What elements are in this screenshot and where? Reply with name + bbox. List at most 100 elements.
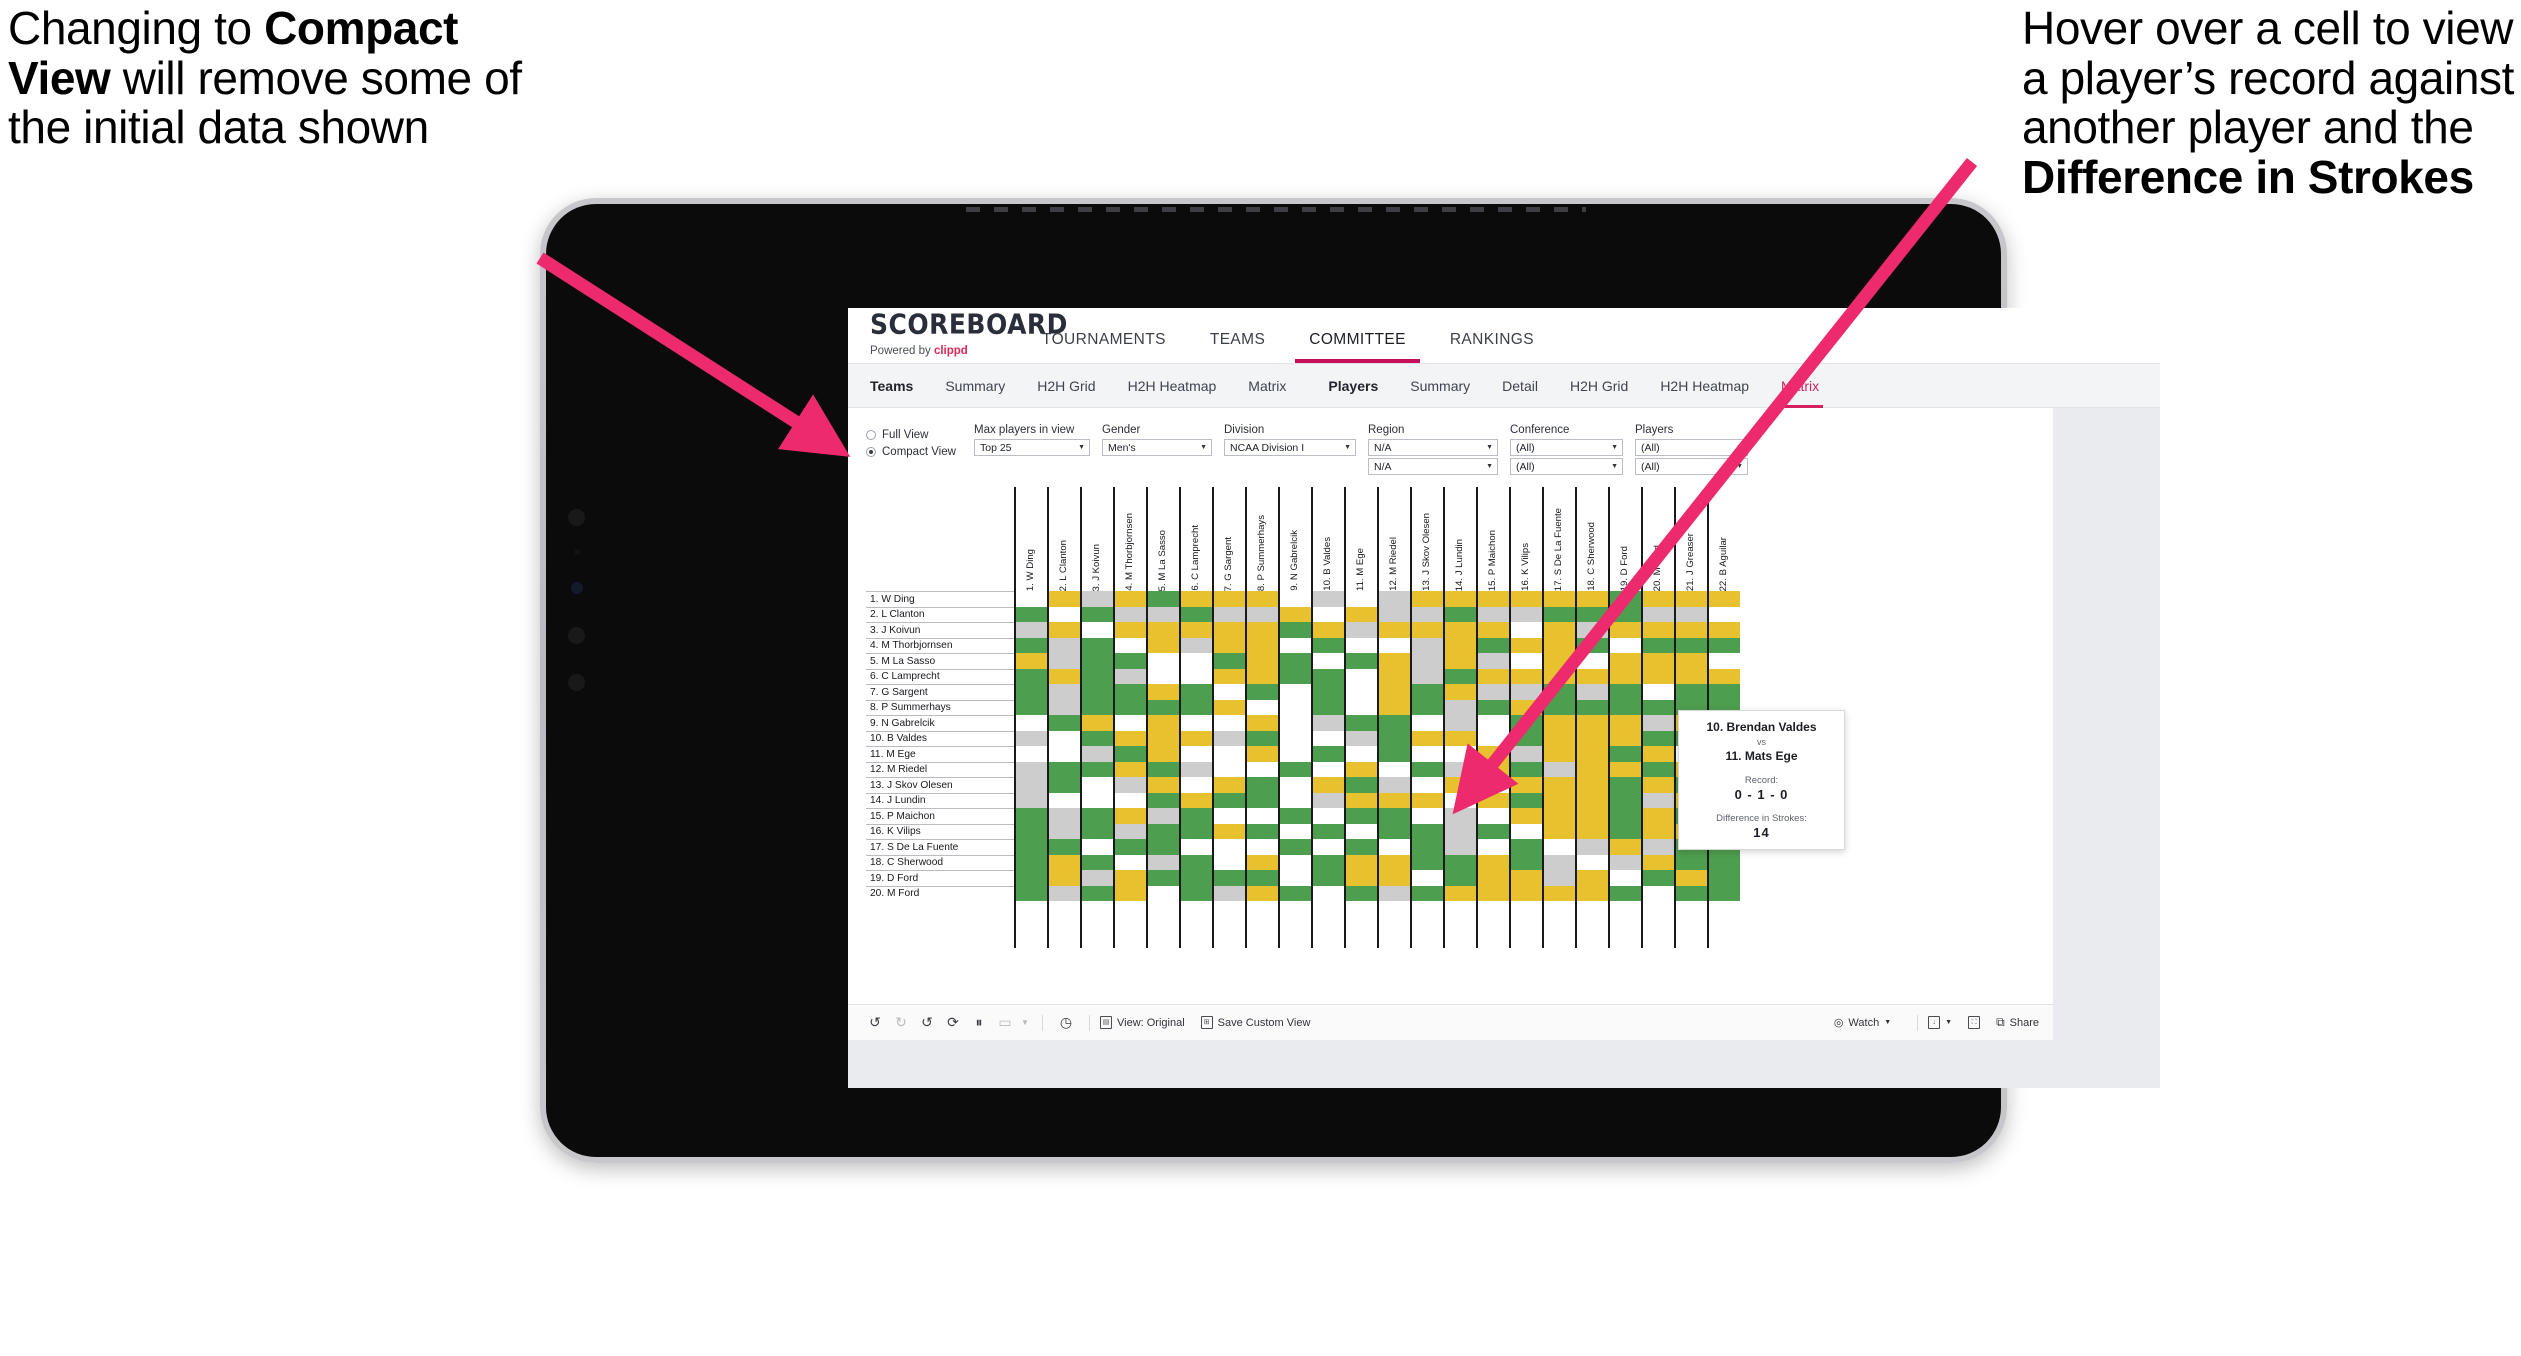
matrix-cell-empty[interactable]	[1509, 916, 1542, 932]
matrix-cell[interactable]	[1146, 761, 1179, 777]
matrix-cell[interactable]	[1212, 839, 1245, 855]
matrix-cell-empty[interactable]	[1707, 932, 1740, 948]
slideshow-icon[interactable]: ◷	[1053, 1014, 1079, 1031]
matrix-cell[interactable]	[1245, 715, 1278, 731]
matrix-cell[interactable]	[1311, 839, 1344, 855]
matrix-cell[interactable]	[1179, 839, 1212, 855]
matrix-cell[interactable]	[1608, 684, 1641, 700]
matrix-cell[interactable]	[1575, 715, 1608, 731]
matrix-cell[interactable]	[1113, 885, 1146, 901]
matrix-cell[interactable]	[1311, 808, 1344, 824]
matrix-cell[interactable]	[1641, 653, 1674, 669]
matrix-cell[interactable]	[1146, 730, 1179, 746]
matrix-cell[interactable]	[1476, 761, 1509, 777]
matrix-cell-empty[interactable]	[1014, 916, 1047, 932]
matrix-cell[interactable]	[1575, 808, 1608, 824]
matrix-cell[interactable]	[1113, 808, 1146, 824]
matrix-cell[interactable]	[1542, 622, 1575, 638]
matrix-cell-empty[interactable]	[1575, 901, 1608, 917]
matrix-cell[interactable]	[1377, 730, 1410, 746]
matrix-cell[interactable]	[1674, 668, 1707, 684]
matrix-cell[interactable]	[1146, 746, 1179, 762]
matrix-cell[interactable]	[1377, 637, 1410, 653]
matrix-cell[interactable]	[1476, 684, 1509, 700]
matrix-cell[interactable]	[1146, 699, 1179, 715]
matrix-cell[interactable]	[1410, 622, 1443, 638]
matrix-cell[interactable]	[1443, 839, 1476, 855]
undo-icon[interactable]: ↺	[862, 1014, 888, 1031]
matrix-cell[interactable]	[1377, 823, 1410, 839]
matrix-cell[interactable]	[1311, 699, 1344, 715]
matrix-cell[interactable]	[1311, 823, 1344, 839]
matrix-cell[interactable]	[1542, 823, 1575, 839]
matrix-cell-empty[interactable]	[1311, 901, 1344, 917]
matrix-cell[interactable]	[1476, 637, 1509, 653]
matrix-cell[interactable]	[1113, 637, 1146, 653]
watch-button[interactable]: ◎ Watch ▼	[1834, 1016, 1891, 1030]
matrix-cell-empty[interactable]	[1608, 916, 1641, 932]
matrix-cell[interactable]	[1047, 777, 1080, 793]
matrix-cell[interactable]	[1344, 792, 1377, 808]
matrix-cell[interactable]	[1245, 792, 1278, 808]
matrix-cell-empty[interactable]	[1113, 901, 1146, 917]
matrix-cell[interactable]	[1047, 653, 1080, 669]
matrix-cell[interactable]	[1707, 622, 1740, 638]
matrix-cell[interactable]	[1113, 839, 1146, 855]
matrix-cell[interactable]	[1443, 885, 1476, 901]
matrix-cell[interactable]	[1245, 606, 1278, 622]
matrix-cell[interactable]	[1344, 684, 1377, 700]
matrix-cell[interactable]	[1278, 606, 1311, 622]
subtab-players-h2h-grid[interactable]: H2H Grid	[1554, 364, 1644, 408]
matrix-cell-empty[interactable]	[1674, 901, 1707, 917]
matrix-cell[interactable]	[1542, 885, 1575, 901]
matrix-cell[interactable]	[1608, 854, 1641, 870]
matrix-cell[interactable]	[1080, 854, 1113, 870]
matrix-cell-empty[interactable]	[1707, 916, 1740, 932]
matrix-cell[interactable]	[1146, 777, 1179, 793]
matrix-cell[interactable]	[1179, 606, 1212, 622]
matrix-cell[interactable]	[1608, 606, 1641, 622]
matrix-cell[interactable]	[1146, 808, 1179, 824]
matrix-cell[interactable]	[1311, 777, 1344, 793]
matrix-cell[interactable]	[1608, 699, 1641, 715]
matrix-cell[interactable]	[1509, 715, 1542, 731]
matrix-cell[interactable]	[1113, 622, 1146, 638]
matrix-cell[interactable]	[1146, 715, 1179, 731]
matrix-cell-empty[interactable]	[1674, 916, 1707, 932]
matrix-cell-empty[interactable]	[1443, 932, 1476, 948]
matrix-cell[interactable]	[1113, 823, 1146, 839]
matrix-cell[interactable]	[1674, 885, 1707, 901]
matrix-cell-empty[interactable]	[1080, 932, 1113, 948]
subtab-players-matrix[interactable]: Matrix	[1765, 364, 1835, 408]
matrix-cell[interactable]	[1047, 606, 1080, 622]
matrix-cell[interactable]	[1080, 746, 1113, 762]
matrix-cell-empty[interactable]	[1146, 932, 1179, 948]
subtab-teams-h2h-heatmap[interactable]: H2H Heatmap	[1112, 364, 1233, 408]
matrix-cell[interactable]	[1674, 637, 1707, 653]
matrix-cell[interactable]	[1245, 637, 1278, 653]
subtab-players-detail[interactable]: Detail	[1486, 364, 1554, 408]
matrix-cell[interactable]	[1410, 761, 1443, 777]
matrix-cell[interactable]	[1410, 870, 1443, 886]
matrix-cell[interactable]	[1113, 699, 1146, 715]
matrix-cell[interactable]	[1245, 668, 1278, 684]
matrix-cell[interactable]	[1377, 761, 1410, 777]
matrix-cell[interactable]	[1080, 715, 1113, 731]
matrix-cell[interactable]	[1476, 823, 1509, 839]
matrix-cell[interactable]	[1311, 761, 1344, 777]
matrix-cell[interactable]	[1014, 777, 1047, 793]
matrix-cell-empty[interactable]	[1146, 901, 1179, 917]
matrix-cell[interactable]	[1278, 684, 1311, 700]
matrix-cell[interactable]	[1377, 622, 1410, 638]
matrix-cell[interactable]	[1080, 606, 1113, 622]
matrix-cell[interactable]	[1707, 854, 1740, 870]
matrix-cell[interactable]	[1344, 622, 1377, 638]
matrix-cell[interactable]	[1476, 730, 1509, 746]
matrix-cell[interactable]	[1575, 606, 1608, 622]
matrix-cell[interactable]	[1080, 839, 1113, 855]
matrix-cell[interactable]	[1443, 591, 1476, 607]
matrix-cell-empty[interactable]	[1179, 901, 1212, 917]
matrix-cell[interactable]	[1047, 792, 1080, 808]
matrix-cell[interactable]	[1311, 653, 1344, 669]
matrix-cell[interactable]	[1674, 653, 1707, 669]
